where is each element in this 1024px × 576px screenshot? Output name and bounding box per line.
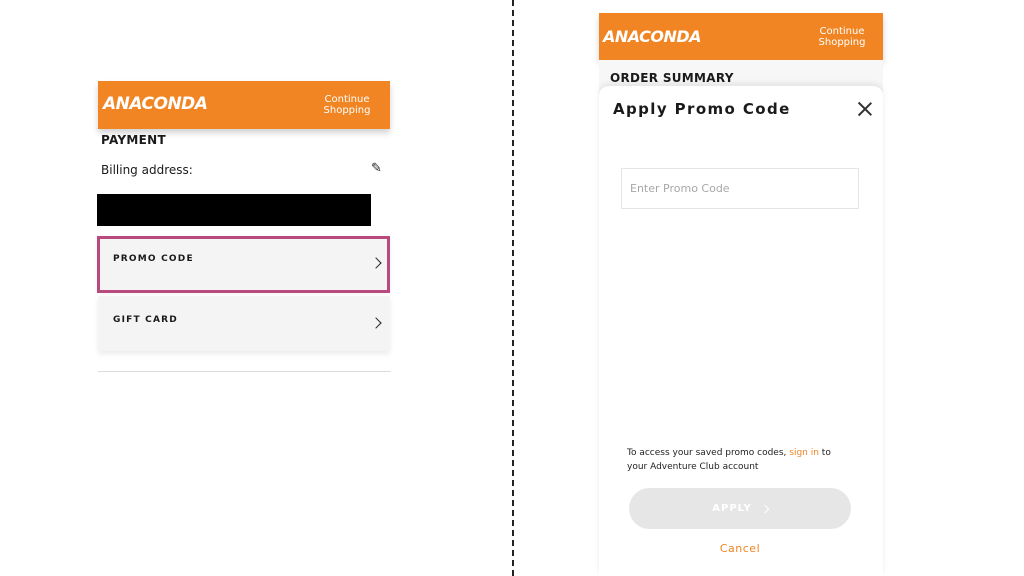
continue-shopping-link[interactable]: Continue Shopping [817, 26, 867, 48]
redacted-address [97, 194, 371, 226]
close-icon[interactable] [857, 101, 873, 117]
billing-address-label: Billing address: [101, 163, 193, 177]
brand-logo[interactable]: ANACONDA [103, 94, 208, 114]
gift-card-label: GIFT CARD [113, 315, 178, 325]
pencil-icon[interactable]: ✎ [371, 161, 382, 176]
cancel-button[interactable]: Cancel [700, 542, 780, 555]
continue-shopping-link[interactable]: Continue Shopping [322, 94, 372, 116]
chevron-right-icon [370, 317, 382, 329]
sign-in-info: To access your saved promo codes, sign i… [627, 448, 831, 472]
order-summary-title: ORDER SUMMARY [610, 71, 734, 85]
divider-line [98, 371, 391, 372]
chevron-right-icon [760, 504, 769, 513]
brand-logo[interactable]: ANACONDA [603, 27, 702, 46]
apply-button[interactable]: APPLY [629, 488, 851, 529]
sign-in-link[interactable]: sign in [789, 448, 819, 458]
promo-code-input[interactable] [621, 168, 859, 209]
gift-card-row[interactable]: GIFT CARD [98, 296, 390, 351]
highlight-box [97, 236, 390, 293]
modal-title: Apply Promo Code [613, 100, 791, 118]
dashed-divider [512, 0, 514, 576]
payment-title: PAYMENT [101, 133, 166, 147]
right-header: ANACONDA Continue Shopping [599, 13, 883, 60]
left-header: ANACONDA Continue Shopping [98, 81, 390, 129]
